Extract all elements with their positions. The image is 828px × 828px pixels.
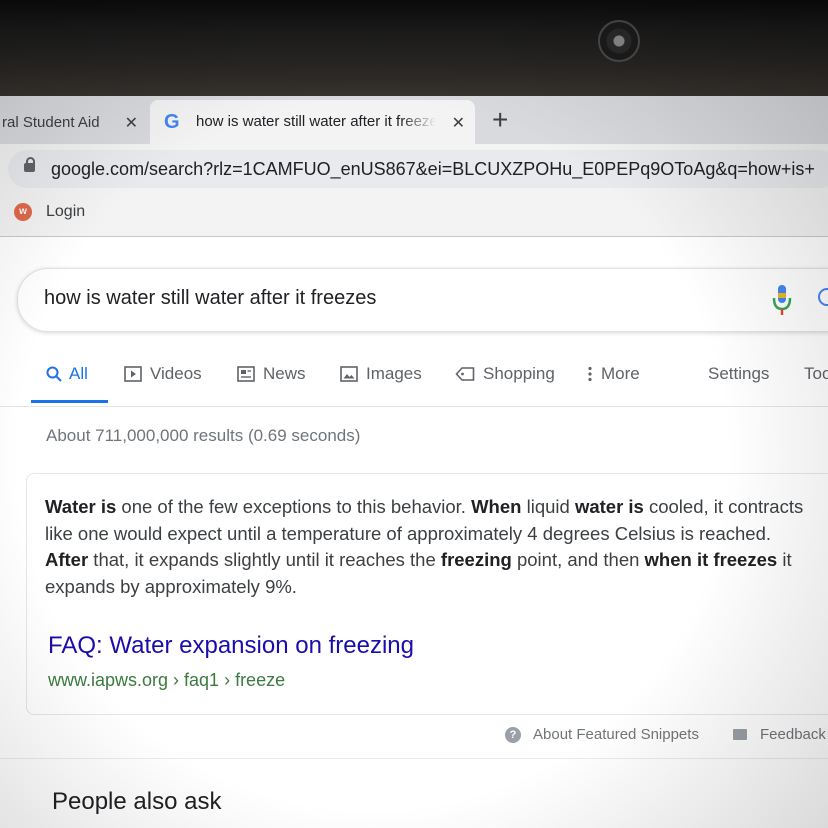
bookmarks-bar: w Login — [0, 194, 828, 237]
google-icon: G — [164, 111, 180, 133]
url-text[interactable]: google.com/search?rlz=1CAMFUO_enUS867&ei… — [51, 159, 815, 180]
snippet-text: Water is one of the few exceptions to th… — [45, 494, 815, 600]
tab-label: Videos — [150, 364, 202, 383]
tab-label: More — [601, 364, 640, 383]
image-icon — [340, 366, 358, 382]
feedback-link[interactable]: Feedback — [733, 726, 826, 743]
settings-label: Settings — [708, 364, 770, 383]
tab-all[interactable]: All — [46, 364, 88, 384]
close-icon[interactable]: ✕ — [452, 113, 465, 133]
tab-shopping[interactable]: Shopping — [455, 364, 555, 384]
feedback-label: Feedback — [760, 726, 826, 743]
address-bar[interactable]: google.com/search?rlz=1CAMFUO_enUS867&ei… — [8, 150, 828, 188]
snippet-text-run: that, it expands slightly until it reach… — [88, 549, 441, 570]
search-box[interactable]: how is water still water after it freeze… — [17, 268, 828, 332]
snippet-bold-run: when it freezes — [644, 549, 778, 570]
settings-link[interactable]: Settings — [708, 364, 769, 384]
snippet-text-run: liquid — [521, 496, 575, 517]
news-icon — [237, 366, 255, 382]
new-tab-button[interactable]: + — [492, 104, 508, 136]
about-snippets-link[interactable]: ? About Featured Snippets — [505, 726, 699, 743]
featured-snippet: Water is one of the few exceptions to th… — [26, 473, 828, 715]
browser-window: ral Student Aid ✕ G how is water still w… — [0, 96, 828, 828]
active-tab-indicator — [31, 400, 108, 403]
snippet-bold-run: freezing — [440, 549, 512, 570]
tab-label: ral Student Aid — [2, 113, 100, 131]
play-icon — [124, 366, 142, 382]
divider — [0, 406, 828, 407]
close-icon[interactable]: ✕ — [125, 113, 138, 133]
tab-label: Shopping — [483, 364, 555, 383]
tools-label: Too — [804, 364, 828, 383]
result-stats: About 711,000,000 results (0.69 seconds) — [46, 426, 361, 445]
tab-news[interactable]: News — [237, 364, 306, 384]
search-icon — [46, 366, 62, 382]
tab-label: Images — [366, 364, 422, 383]
snippet-footer: ? About Featured Snippets Feedback — [0, 724, 828, 754]
divider — [0, 758, 828, 759]
bookmark-login[interactable]: w Login — [14, 203, 85, 221]
laptop-bezel — [0, 0, 828, 96]
bookmark-favicon-icon: w — [14, 203, 32, 221]
snippet-url: www.iapws.org › faq1 › freeze — [48, 670, 286, 690]
search-nav-tabs: All Videos News Images Shopping More Set… — [0, 358, 828, 404]
about-snippets-label: About Featured Snippets — [533, 726, 699, 743]
toolbar: google.com/search?rlz=1CAMFUO_enUS867&ei… — [0, 144, 828, 194]
search-input[interactable]: how is water still water after it freeze… — [44, 287, 376, 310]
snippet-bold-run: When — [471, 496, 522, 517]
more-vert-icon — [588, 366, 592, 382]
tab-images[interactable]: Images — [340, 364, 422, 384]
snippet-title-link[interactable]: FAQ: Water expansion on freezing — [48, 632, 414, 660]
webcam-icon — [598, 20, 640, 62]
snippet-bold-run: Water is — [45, 496, 117, 517]
lock-icon[interactable] — [24, 157, 35, 172]
bookmark-label: Login — [46, 203, 86, 220]
tab-more[interactable]: More — [587, 364, 640, 384]
tab-strip: ral Student Aid ✕ G how is water still w… — [0, 96, 828, 144]
people-also-ask-heading: People also ask — [52, 788, 222, 815]
tools-link[interactable]: Too — [804, 364, 828, 384]
help-icon: ? — [505, 726, 521, 743]
microphone-icon[interactable] — [770, 283, 794, 317]
tab-label: All — [69, 364, 88, 383]
tab-videos[interactable]: Videos — [124, 364, 202, 384]
tab-google-search[interactable]: G how is water still water after it free… — [150, 100, 475, 144]
feedback-icon — [733, 729, 747, 740]
snippet-bold-run: water is — [574, 496, 644, 517]
tab-label: how is water still water after it freeze… — [196, 113, 436, 130]
snippet-text-run: point, and then — [511, 549, 645, 570]
tag-icon — [455, 367, 475, 381]
tab-student-aid[interactable]: ral Student Aid ✕ — [0, 100, 148, 144]
search-icon[interactable] — [818, 288, 828, 306]
tab-label: News — [263, 364, 306, 383]
snippet-bold-run: After — [45, 549, 89, 570]
snippet-text-run: one of the few exceptions to this behavi… — [116, 496, 472, 517]
